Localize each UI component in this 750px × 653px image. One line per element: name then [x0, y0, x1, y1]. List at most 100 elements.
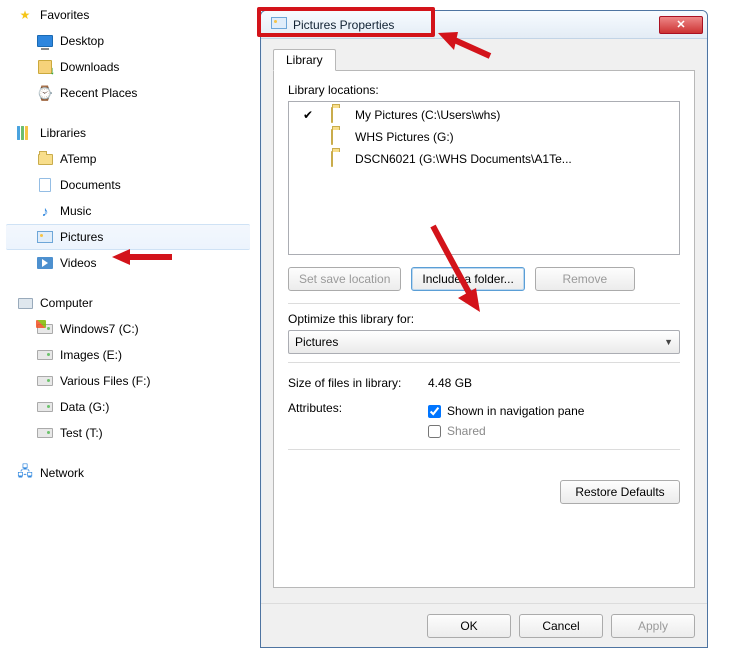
library-locations-list[interactable]: ✔ My Pictures (C:\Users\whs) WHS Picture…	[288, 101, 680, 255]
restore-row: Restore Defaults	[288, 480, 680, 504]
computer-header[interactable]: Computer	[6, 290, 250, 316]
chevron-down-icon: ▼	[664, 337, 673, 347]
window-title: Pictures Properties	[293, 18, 659, 32]
tab-library[interactable]: Library	[273, 49, 336, 71]
nav-item-music[interactable]: ♪ Music	[6, 198, 250, 224]
nav-label: Downloads	[60, 60, 119, 74]
list-item-label: WHS Pictures (G:)	[355, 130, 454, 144]
dialog-body: Library Library locations: ✔ My Pictures…	[261, 39, 707, 603]
desktop-icon	[36, 32, 54, 50]
nav-item-recent-places[interactable]: ⌚ Recent Places	[6, 80, 250, 106]
nav-item-drive-e[interactable]: Images (E:)	[6, 342, 250, 368]
folder-icon	[36, 150, 54, 168]
nav-item-drive-t[interactable]: Test (T:)	[6, 420, 250, 446]
nav-label: Images (E:)	[60, 348, 122, 362]
nav-label: Various Files (F:)	[60, 374, 150, 388]
list-item[interactable]: DSCN6021 (G:\WHS Documents\A1Te...	[293, 148, 675, 170]
shown-in-nav-checkbox[interactable]: Shown in navigation pane	[428, 401, 584, 421]
locations-label: Library locations:	[288, 83, 680, 97]
attributes-row: Attributes: Shown in navigation pane Sha…	[288, 401, 680, 441]
include-folder-button[interactable]: Include a folder...	[411, 267, 524, 291]
computer-group: Computer Windows7 (C:) Images (E:) Vario…	[6, 290, 250, 446]
default-check-icon: ✔	[293, 108, 323, 122]
drive-icon	[36, 424, 54, 442]
nav-item-drive-f[interactable]: Various Files (F:)	[6, 368, 250, 394]
nav-label: Desktop	[60, 34, 104, 48]
cancel-button[interactable]: Cancel	[519, 614, 603, 638]
properties-dialog: Pictures Properties ✕ Library Library lo…	[260, 10, 708, 648]
list-item[interactable]: WHS Pictures (G:)	[293, 126, 675, 148]
nav-item-drive-c[interactable]: Windows7 (C:)	[6, 316, 250, 342]
videos-icon	[36, 254, 54, 272]
attributes-label: Attributes:	[288, 401, 418, 415]
nav-item-downloads[interactable]: Downloads	[6, 54, 250, 80]
downloads-icon	[36, 58, 54, 76]
ok-button[interactable]: OK	[427, 614, 511, 638]
optimize-select[interactable]: Pictures ▼	[288, 330, 680, 354]
folder-icon	[331, 130, 347, 144]
nav-label: Test (T:)	[60, 426, 103, 440]
size-row: Size of files in library: 4.48 GB	[288, 371, 680, 395]
drive-icon	[36, 320, 54, 338]
computer-label: Computer	[40, 296, 93, 310]
drive-icon	[36, 372, 54, 390]
restore-defaults-button[interactable]: Restore Defaults	[560, 480, 680, 504]
nav-item-documents[interactable]: Documents	[6, 172, 250, 198]
remove-button[interactable]: Remove	[535, 267, 635, 291]
network-label: Network	[40, 466, 84, 480]
window-icon	[271, 17, 287, 32]
network-header[interactable]: 🖧 Network	[6, 460, 250, 486]
nav-item-videos[interactable]: Videos	[6, 250, 250, 276]
nav-label: Recent Places	[60, 86, 137, 100]
navigation-pane: ★ Favorites Desktop Downloads ⌚ Recent P…	[0, 0, 250, 500]
music-icon: ♪	[36, 202, 54, 220]
checkbox-label: Shared	[447, 424, 486, 438]
separator	[288, 303, 680, 304]
favorites-group: ★ Favorites Desktop Downloads ⌚ Recent P…	[6, 2, 250, 106]
shared-checkbox[interactable]: Shared	[428, 421, 584, 441]
set-save-location-button[interactable]: Set save location	[288, 267, 401, 291]
nav-label: Windows7 (C:)	[60, 322, 139, 336]
optimize-value: Pictures	[295, 335, 338, 349]
libraries-header[interactable]: Libraries	[6, 120, 250, 146]
list-item[interactable]: ✔ My Pictures (C:\Users\whs)	[293, 104, 675, 126]
separator	[288, 362, 680, 363]
locations-buttons: Set save location Include a folder... Re…	[288, 267, 680, 291]
nav-label: ATemp	[60, 152, 96, 166]
nav-item-pictures[interactable]: Pictures	[6, 224, 250, 250]
drive-icon	[36, 398, 54, 416]
star-icon: ★	[16, 6, 34, 24]
checkbox-input[interactable]	[428, 405, 441, 418]
nav-label: Pictures	[60, 230, 103, 244]
nav-label: Videos	[60, 256, 96, 270]
favorites-label: Favorites	[40, 8, 89, 22]
recent-places-icon: ⌚	[36, 84, 54, 102]
apply-button[interactable]: Apply	[611, 614, 695, 638]
libraries-icon	[16, 124, 34, 142]
size-label: Size of files in library:	[288, 376, 418, 390]
folder-icon	[331, 152, 347, 166]
drive-icon	[36, 346, 54, 364]
separator	[288, 449, 680, 450]
checkbox-input[interactable]	[428, 425, 441, 438]
list-item-label: DSCN6021 (G:\WHS Documents\A1Te...	[355, 152, 572, 166]
folder-icon	[331, 108, 347, 122]
size-value: 4.48 GB	[428, 376, 472, 390]
nav-item-drive-g[interactable]: Data (G:)	[6, 394, 250, 420]
nav-item-desktop[interactable]: Desktop	[6, 28, 250, 54]
optimize-label: Optimize this library for:	[288, 312, 680, 326]
nav-item-atemp[interactable]: ATemp	[6, 146, 250, 172]
pictures-icon	[36, 228, 54, 246]
checkbox-label: Shown in navigation pane	[447, 404, 584, 418]
titlebar[interactable]: Pictures Properties ✕	[261, 11, 707, 39]
attributes-checks: Shown in navigation pane Shared	[428, 401, 584, 441]
favorites-header[interactable]: ★ Favorites	[6, 2, 250, 28]
tab-panel-library: Library locations: ✔ My Pictures (C:\Use…	[273, 70, 695, 588]
dialog-footer: OK Cancel Apply	[261, 603, 707, 647]
close-button[interactable]: ✕	[659, 16, 703, 34]
libraries-group: Libraries ATemp Documents ♪ Music Pictur…	[6, 120, 250, 276]
network-icon: 🖧	[16, 464, 34, 482]
list-item-label: My Pictures (C:\Users\whs)	[355, 108, 500, 122]
nav-label: Documents	[60, 178, 121, 192]
computer-icon	[16, 294, 34, 312]
